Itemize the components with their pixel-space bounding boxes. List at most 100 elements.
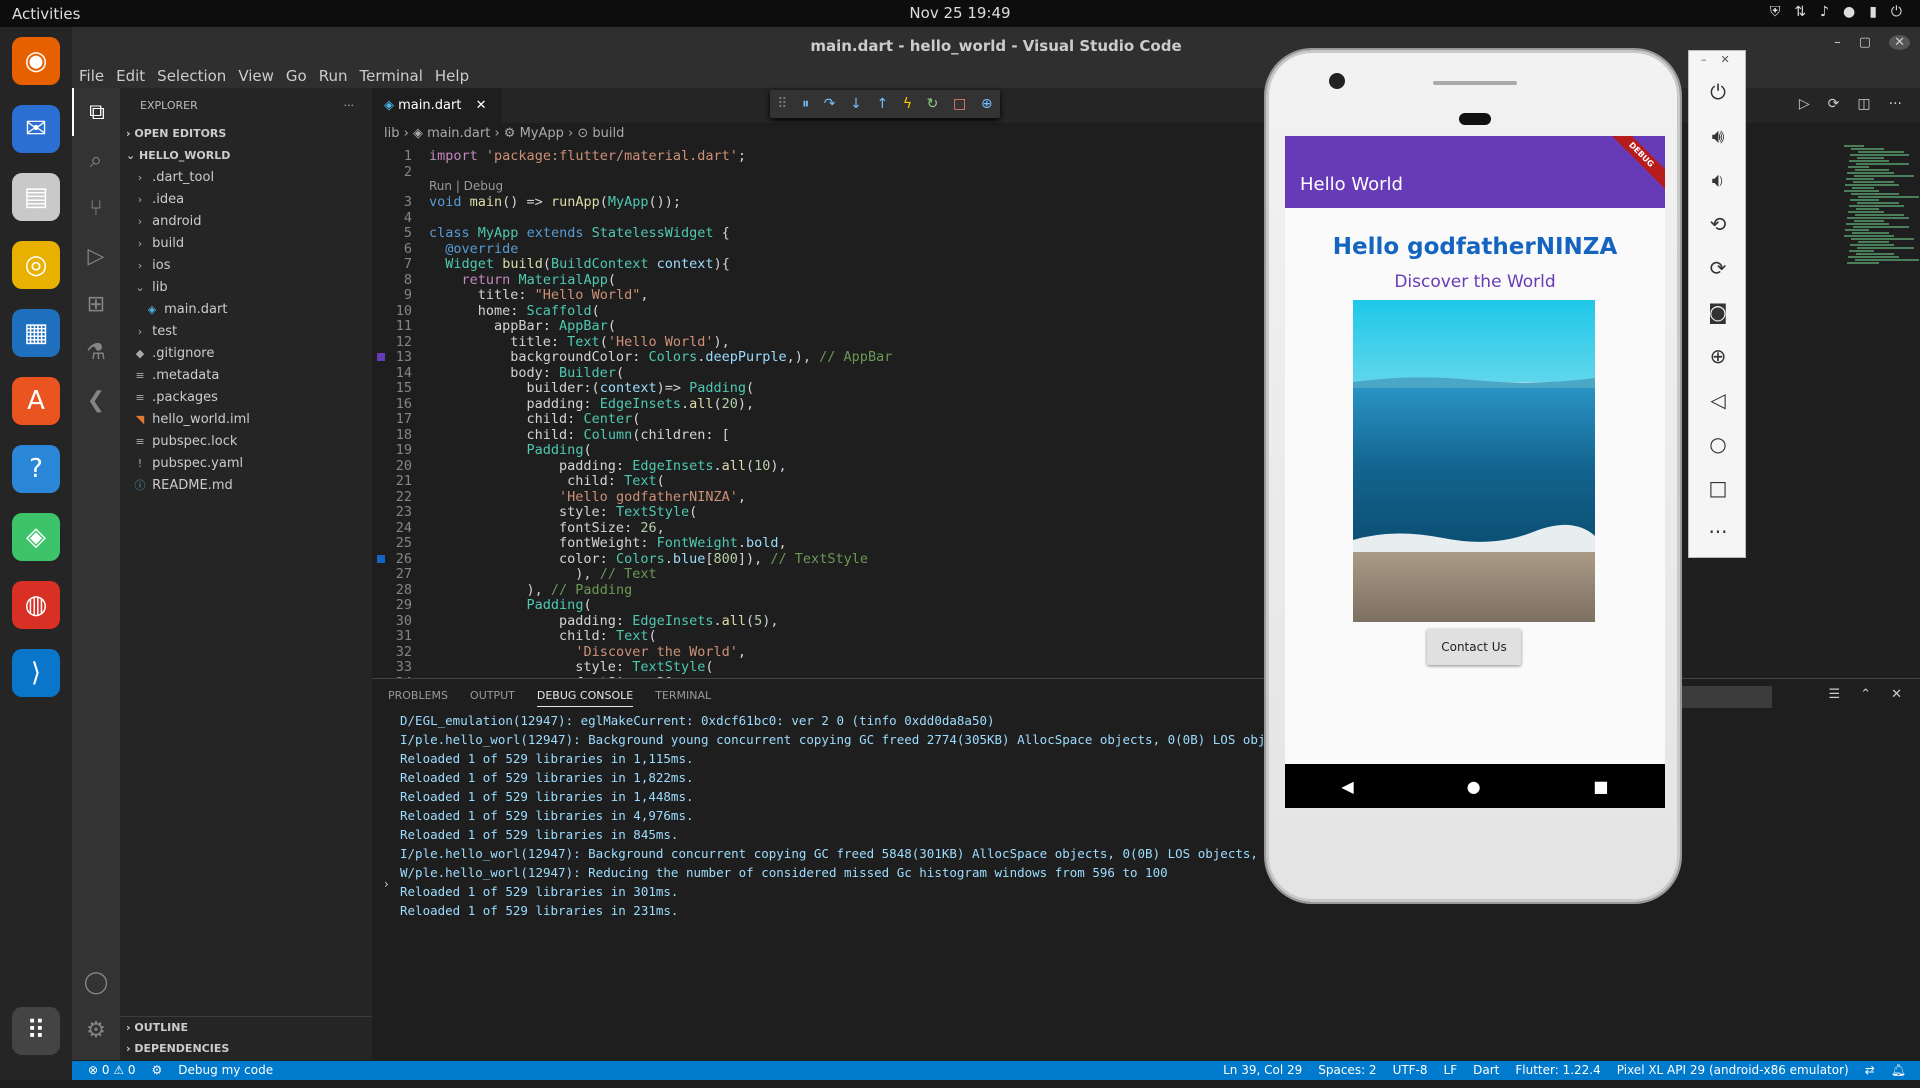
code-line[interactable]: builder:(context)=> Padding(: [429, 380, 755, 396]
open-editors-section[interactable]: › OPEN EDITORS: [120, 123, 372, 145]
code-line[interactable]: Padding(: [429, 597, 592, 613]
run-debug-icon[interactable]: ▷: [72, 232, 120, 280]
drag-handle-icon[interactable]: ⠿: [777, 96, 787, 112]
outline-section[interactable]: › OUTLINE: [120, 1016, 372, 1038]
step-over-icon[interactable]: ↷: [824, 96, 836, 112]
problems-status[interactable]: ⊗ 0 ⚠ 0: [88, 1063, 136, 1077]
panel-tab-debug-console[interactable]: DEBUG CONSOLE: [536, 689, 634, 707]
device-screen[interactable]: Hello World DEBUG Hello godfatherNINZA D…: [1285, 136, 1665, 808]
menu-file[interactable]: File: [79, 67, 104, 85]
back-icon[interactable]: ◁: [1689, 383, 1747, 417]
more-actions-icon[interactable]: ···: [344, 88, 355, 123]
restart-icon[interactable]: ↻: [927, 96, 939, 112]
color-swatch-decorator[interactable]: [377, 554, 385, 563]
volume-icon[interactable]: ♪: [1820, 4, 1829, 20]
show-apps-icon[interactable]: ⠿: [12, 1007, 60, 1055]
code-line[interactable]: child: Column(children: [: [429, 427, 730, 443]
close-icon[interactable]: ✕: [1889, 35, 1910, 50]
menu-selection[interactable]: Selection: [157, 67, 226, 85]
chrome-icon[interactable]: ◍: [12, 581, 60, 629]
code-line[interactable]: return MaterialApp(: [429, 272, 616, 288]
testing-icon[interactable]: ⚗: [72, 328, 120, 376]
tree-item[interactable]: ⓘ README.md: [120, 475, 372, 497]
settings-gear-icon[interactable]: ⚙: [72, 1006, 120, 1054]
help-icon[interactable]: ?: [12, 445, 60, 493]
tree-item[interactable]: › .dart_tool: [120, 167, 372, 189]
code-line[interactable]: ), // Text: [429, 566, 656, 582]
code-line[interactable]: @override: [429, 241, 518, 257]
recents-nav-icon[interactable]: ■: [1593, 777, 1608, 796]
clock[interactable]: Nov 25 19:49: [0, 4, 1920, 22]
console-prompt-icon[interactable]: ›: [384, 877, 389, 891]
flutter-version[interactable]: Flutter: 1.22.4: [1515, 1063, 1600, 1077]
rhythmbox-icon[interactable]: ◎: [12, 241, 60, 289]
tree-item[interactable]: ! pubspec.yaml: [120, 453, 372, 475]
zoom-icon[interactable]: ⊕: [1689, 339, 1747, 373]
camera-icon[interactable]: ◙: [1689, 295, 1747, 329]
code-line[interactable]: 'Hello godfatherNINZA',: [429, 489, 746, 505]
code-line[interactable]: home: Scaffold(: [429, 303, 600, 319]
code-line[interactable]: child: Text(: [429, 473, 665, 489]
code-line[interactable]: color: Colors.blue[800]), // TextStyle: [429, 551, 868, 567]
microphone-icon[interactable]: ●: [1843, 4, 1855, 20]
tree-item[interactable]: ≡ pubspec.lock: [120, 431, 372, 453]
panel-tab-problems[interactable]: PROBLEMS: [388, 689, 448, 702]
more-icon[interactable]: ···: [1889, 96, 1902, 112]
menu-help[interactable]: Help: [435, 67, 469, 85]
code-line[interactable]: title: Text('Hello World'),: [429, 334, 730, 350]
tree-item[interactable]: ⌄ lib: [120, 277, 372, 299]
tree-item[interactable]: › android: [120, 211, 372, 233]
line-ending[interactable]: LF: [1444, 1063, 1458, 1077]
code-line[interactable]: body: Builder(: [429, 365, 624, 381]
notifications-icon[interactable]: 🔔︎: [1891, 1063, 1906, 1077]
home-icon[interactable]: ○: [1689, 427, 1747, 461]
dependencies-section[interactable]: › DEPENDENCIES: [120, 1038, 372, 1060]
tree-item[interactable]: › ios: [120, 255, 372, 277]
volume-down-icon[interactable]: 🔉︎: [1689, 163, 1747, 197]
code-line[interactable]: Padding(: [429, 442, 592, 458]
tree-item[interactable]: › test: [120, 321, 372, 343]
close-panel-icon[interactable]: ✕: [1891, 687, 1902, 702]
network-icon[interactable]: ⇅: [1794, 4, 1806, 20]
vscode-icon[interactable]: ⟩: [12, 649, 60, 697]
code-line[interactable]: void main() => runApp(MyApp());: [429, 194, 681, 210]
code-line[interactable]: fontSize: 26,: [429, 520, 665, 536]
system-tray[interactable]: ⛨ ⇅ ♪ ● ▮ ⏻: [1770, 4, 1902, 20]
device-selector[interactable]: Pixel XL API 29 (android-x86 emulator): [1617, 1063, 1849, 1077]
firefox-icon[interactable]: ◉: [12, 37, 60, 85]
color-swatch-decorator[interactable]: [377, 353, 385, 361]
android-studio-icon[interactable]: ◈: [12, 513, 60, 561]
rotate-left-icon[interactable]: ⟲: [1689, 207, 1747, 241]
extensions-icon[interactable]: ⊞: [72, 280, 120, 328]
live-share-icon[interactable]: ⇄: [1865, 1063, 1875, 1077]
code-line[interactable]: ), // Padding: [429, 582, 633, 598]
source-control-icon[interactable]: ⑂: [72, 184, 120, 232]
rotate-right-icon[interactable]: ⟳: [1689, 251, 1747, 285]
close-emulator-icon[interactable]: ✕: [1721, 53, 1730, 66]
encoding[interactable]: UTF-8: [1393, 1063, 1428, 1077]
code-line[interactable]: 'Discover the World',: [429, 644, 746, 660]
tree-item[interactable]: ◥ hello_world.iml: [120, 409, 372, 431]
cursor-position[interactable]: Ln 39, Col 29: [1223, 1063, 1302, 1077]
explorer-icon[interactable]: ⧉: [72, 88, 120, 136]
code-editor[interactable]: 1 import 'package:flutter/material.dart';…: [372, 145, 1132, 678]
menu-terminal[interactable]: Terminal: [360, 67, 423, 85]
menu-view[interactable]: View: [238, 67, 274, 85]
pause-icon[interactable]: ⏸: [802, 96, 809, 112]
software-icon[interactable]: A: [12, 377, 60, 425]
search-icon[interactable]: ⌕: [72, 136, 120, 184]
power-icon[interactable]: ⏻: [1689, 75, 1747, 109]
tree-item[interactable]: › build: [120, 233, 372, 255]
stop-icon[interactable]: □: [953, 96, 966, 112]
menu-edit[interactable]: Edit: [116, 67, 145, 85]
step-out-icon[interactable]: ↑: [876, 96, 888, 112]
code-line[interactable]: fontWeight: FontWeight.bold,: [429, 535, 787, 551]
tab-main-dart[interactable]: ◈ main.dart ✕: [372, 88, 502, 123]
language-mode[interactable]: Dart: [1473, 1063, 1499, 1077]
code-line[interactable]: padding: EdgeInsets.all(5),: [429, 613, 779, 629]
code-line[interactable]: style: TextStyle(: [429, 504, 697, 520]
panel-tab-output[interactable]: OUTPUT: [470, 689, 515, 702]
minimize-icon[interactable]: –: [1834, 35, 1841, 50]
contact-us-button[interactable]: Contact Us: [1427, 629, 1521, 665]
code-line[interactable]: Widget build(BuildContext context){: [429, 256, 730, 272]
